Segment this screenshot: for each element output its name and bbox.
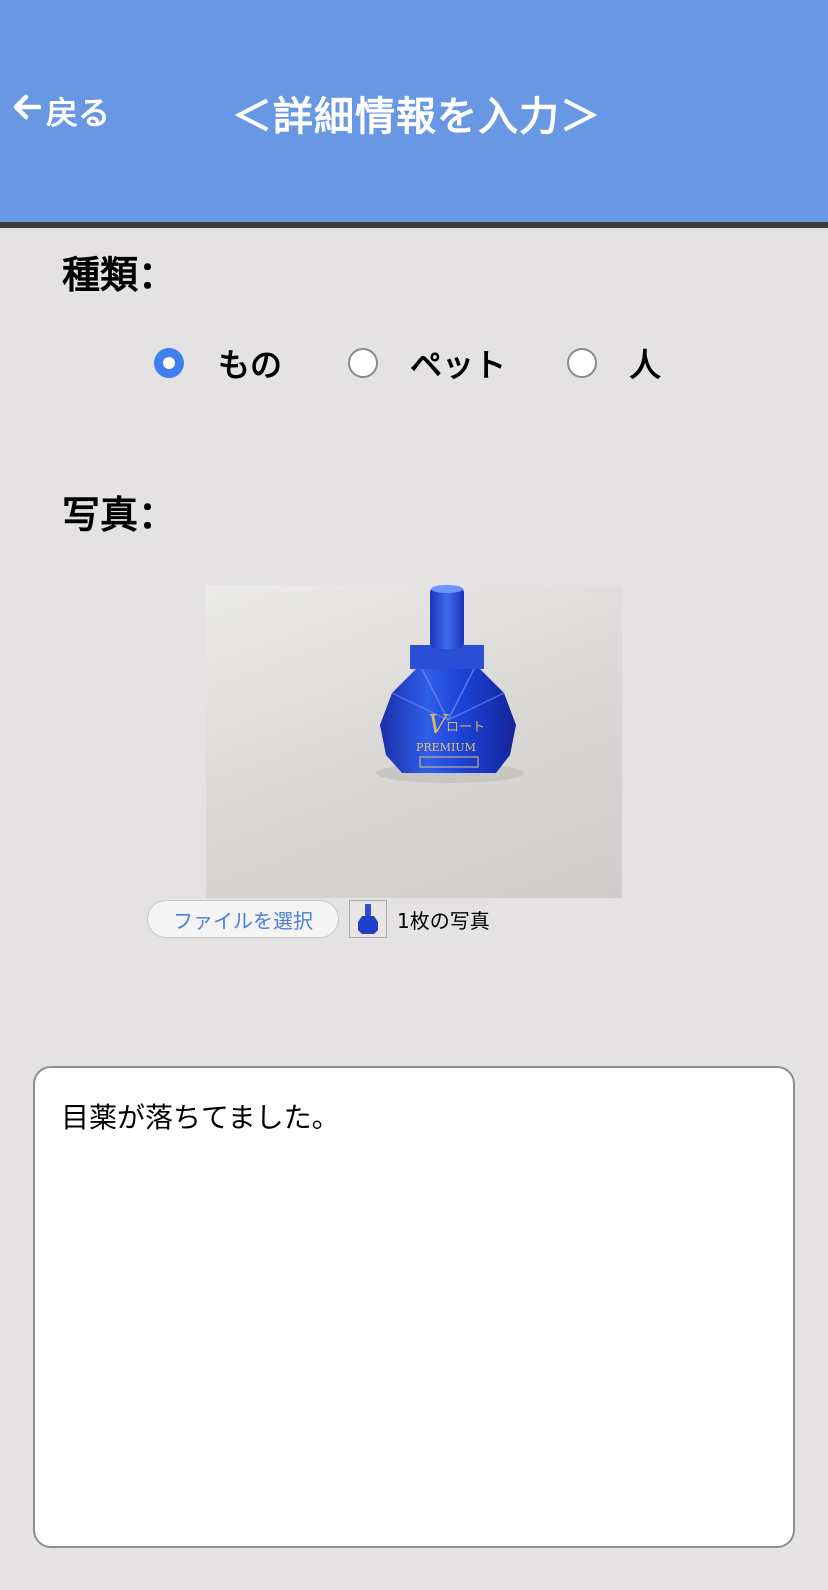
page-title: ＜詳細情報を入力＞ (232, 94, 601, 140)
back-button[interactable]: 戻る (12, 88, 110, 134)
file-picker-row: ファイルを選択 1枚の写真 (147, 898, 490, 940)
back-label: 戻る (46, 94, 111, 132)
radio-label-person: 人 (629, 346, 662, 384)
radio-button-checked[interactable] (154, 348, 184, 378)
arrow-left-icon (12, 92, 46, 130)
radio-button[interactable] (567, 348, 597, 378)
bottle-thumbnail-icon (358, 904, 378, 934)
radio-button[interactable] (348, 348, 378, 378)
svg-text:PREMIUM: PREMIUM (416, 741, 476, 754)
radio-label-pet: ペット (410, 346, 507, 384)
description-textarea[interactable]: 目薬が落ちてました。 (33, 1066, 795, 1548)
header-bar: 戻る ＜詳細情報を入力＞ (0, 0, 828, 228)
radio-option-mono[interactable]: もの (154, 340, 282, 386)
radio-label-mono: もの (218, 346, 283, 384)
type-section-label: 種類： (62, 253, 177, 297)
choose-file-button[interactable]: ファイルを選択 (147, 900, 339, 938)
photo-preview: V ロート PREMIUM (206, 585, 622, 898)
eye-drop-bottle-image: V ロート PREMIUM (376, 585, 524, 783)
svg-text:ロート: ロート (446, 720, 485, 735)
radio-option-pet[interactable]: ペット (348, 340, 506, 386)
photo-section-label: 写真： (62, 493, 177, 537)
selected-file-count: 1枚の写真 (397, 908, 490, 933)
photo-thumbnail (349, 900, 387, 938)
radio-option-person[interactable]: 人 (567, 340, 661, 386)
